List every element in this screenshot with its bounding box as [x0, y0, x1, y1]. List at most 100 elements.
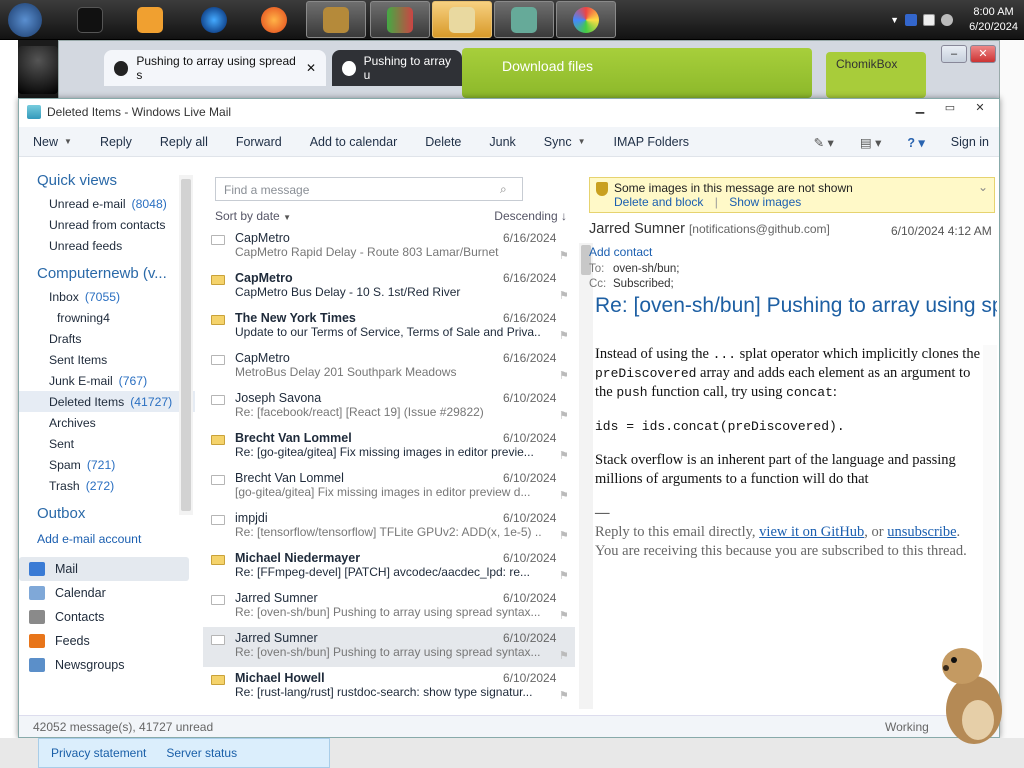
bluetooth-icon[interactable]	[905, 14, 918, 26]
message-row[interactable]: Jarred Sumner Re: [oven-sh/bun] Pushing t…	[203, 587, 575, 627]
network-icon[interactable]	[923, 14, 936, 26]
message-row[interactable]: impjdi Re: [tensorflow/tensorflow] TFLite…	[203, 507, 575, 547]
module-item[interactable]: Contacts	[19, 605, 189, 629]
download-files-banner[interactable]: Download files	[462, 48, 812, 98]
message-row[interactable]: Jarred Sumner Re: [oven-sh/bun] Pushing t…	[203, 627, 575, 667]
flag-icon[interactable]: ⚑	[559, 569, 569, 582]
reply-all-button[interactable]: Reply all	[146, 127, 222, 157]
message-row[interactable]: Michael Niedermayer Re: [FFmpeg-devel] [P…	[203, 547, 575, 587]
folder-pane-scrollbar[interactable]	[179, 175, 193, 515]
taskbar-app-3[interactable]	[184, 1, 244, 38]
close-button[interactable]: ✕	[967, 101, 993, 118]
taskbar-download[interactable]	[494, 1, 554, 38]
server-status-link[interactable]: Server status	[166, 746, 237, 760]
privacy-statement-link[interactable]: Privacy statement	[51, 746, 146, 760]
module-item[interactable]: Calendar	[19, 581, 189, 605]
flag-icon[interactable]: ⚑	[559, 329, 569, 342]
delete-and-block-link[interactable]: Delete and block	[614, 195, 703, 209]
quick-views-header[interactable]: Quick views	[19, 169, 195, 193]
clock[interactable]: 8:00 AM 6/20/2024	[969, 5, 1018, 35]
flag-icon[interactable]: ⚑	[559, 249, 569, 262]
tab-close-icon[interactable]: ✕	[306, 61, 316, 75]
taskbar-messenger[interactable]	[370, 1, 430, 38]
quick-view-item[interactable]: Unread from contacts	[19, 214, 195, 235]
message-row[interactable]: Joseph Savona Re: [facebook/react] [React…	[203, 387, 575, 427]
folder-item[interactable]: frowning4	[19, 307, 195, 328]
message-row[interactable]: Michael Howell Re: [rust-lang/rust] rustd…	[203, 667, 575, 707]
message-row[interactable]: The New York Times Update to our Terms of…	[203, 307, 575, 347]
message-row[interactable]: CapMetro MetroBus Delay 201 Southpark Mea…	[203, 347, 575, 387]
help-icon[interactable]: ? ▾	[907, 135, 924, 150]
folder-item[interactable]: Junk E-mail (767)	[19, 370, 195, 391]
search-icon[interactable]: ⌕	[500, 182, 514, 196]
add-email-account-link[interactable]: Add e-mail account	[19, 528, 195, 549]
folder-item[interactable]: Drafts	[19, 328, 195, 349]
forward-button[interactable]: Forward	[222, 127, 296, 157]
flag-icon[interactable]: ⚑	[559, 489, 569, 502]
module-item[interactable]: Newsgroups	[19, 653, 189, 677]
sender-name[interactable]: Jarred Sumner	[589, 221, 685, 237]
tray-expand-icon[interactable]: ▼	[890, 15, 899, 25]
folder-item[interactable]: Sent Items	[19, 349, 195, 370]
taskbar-firefox[interactable]	[244, 1, 304, 38]
sort-by-date-dropdown[interactable]: Sort by date ▼	[215, 209, 291, 223]
folder-item[interactable]: Sent	[19, 433, 195, 454]
hamster-mascot-icon[interactable]	[934, 640, 1006, 746]
taskbar-mail[interactable]	[432, 1, 492, 38]
message-row[interactable]: CapMetro CapMetro Bus Delay - 10 S. 1st/R…	[203, 267, 575, 307]
show-images-link[interactable]: Show images	[729, 195, 801, 209]
sign-in-link[interactable]: Sign in	[951, 135, 989, 149]
chomikbox-widget[interactable]: ChomikBox	[826, 52, 926, 98]
sync-button[interactable]: Sync ▼	[530, 127, 600, 157]
taskbar-app-2[interactable]	[120, 1, 180, 38]
imap-folders-button[interactable]: IMAP Folders	[600, 127, 704, 157]
flag-icon[interactable]: ⚑	[559, 689, 569, 702]
maximize-button[interactable]: ▭	[937, 101, 963, 118]
taskbar-app-1[interactable]	[60, 1, 120, 38]
view-on-github-link[interactable]: view it on GitHub	[759, 524, 864, 540]
quick-view-item[interactable]: Unread e-mail (8048)	[19, 193, 195, 214]
message-row[interactable]: Brecht Van Lommel Re: [go-gitea/gitea] Fi…	[203, 427, 575, 467]
flag-icon[interactable]: ⚑	[559, 449, 569, 462]
chevron-down-icon[interactable]: ⌄	[978, 180, 988, 194]
module-item[interactable]: Feeds	[19, 629, 189, 653]
browser-minimize-button[interactable]: –	[941, 45, 967, 63]
quick-view-item[interactable]: Unread feeds	[19, 235, 195, 256]
search-input[interactable]: Find a message ⌕	[215, 177, 523, 201]
outbox-header[interactable]: Outbox	[19, 502, 195, 526]
delete-button[interactable]: Delete	[411, 127, 475, 157]
volume-icon[interactable]	[941, 14, 954, 26]
folder-item[interactable]: Trash (272)	[19, 475, 195, 496]
flag-icon[interactable]: ⚑	[559, 649, 569, 662]
sort-order-toggle[interactable]: Descending ↓	[494, 209, 567, 223]
browser-close-button[interactable]: ✕	[970, 45, 996, 63]
account-header[interactable]: Computernewb (v...	[19, 262, 195, 286]
folder-item[interactable]: Inbox (7055)	[19, 286, 195, 307]
start-button[interactable]	[0, 1, 50, 38]
folder-item[interactable]: Archives	[19, 412, 195, 433]
unsubscribe-link[interactable]: unsubscribe	[887, 524, 956, 540]
message-row[interactable]: Brecht Van Lommel [go-gitea/gitea] Fix mi…	[203, 467, 575, 507]
flag-icon[interactable]: ⚑	[559, 369, 569, 382]
flag-icon[interactable]: ⚑	[559, 409, 569, 422]
flag-icon[interactable]: ⚑	[559, 609, 569, 622]
new-button[interactable]: New ▼	[19, 127, 86, 157]
taskbar-chomikbox[interactable]	[306, 1, 366, 38]
folder-item[interactable]: Spam (721)	[19, 454, 195, 475]
minimize-button[interactable]: ▁	[907, 101, 933, 118]
view-menu-icon[interactable]: ▤ ▾	[860, 135, 882, 150]
message-row[interactable]: CapMetro CapMetro Rapid Delay - Route 803…	[203, 227, 575, 267]
browser-tab-2[interactable]: Pushing to array u	[332, 50, 462, 86]
folder-item[interactable]: Deleted Items (41727)	[19, 391, 195, 412]
module-item[interactable]: Mail	[19, 557, 189, 581]
browser-tab-1[interactable]: Pushing to array using spread s ✕	[104, 50, 326, 86]
flag-icon[interactable]: ⚑	[559, 529, 569, 542]
flag-icon[interactable]: ⚑	[559, 289, 569, 302]
add-contact-link[interactable]: Add contact	[589, 245, 652, 259]
paintbrush-icon[interactable]: ✎ ▾	[814, 135, 834, 150]
junk-button[interactable]: Junk	[475, 127, 529, 157]
add-to-calendar-button[interactable]: Add to calendar	[296, 127, 412, 157]
taskbar-paint[interactable]	[556, 1, 616, 38]
recycle-bin-icon[interactable]	[18, 46, 58, 94]
reply-button[interactable]: Reply	[86, 127, 146, 157]
